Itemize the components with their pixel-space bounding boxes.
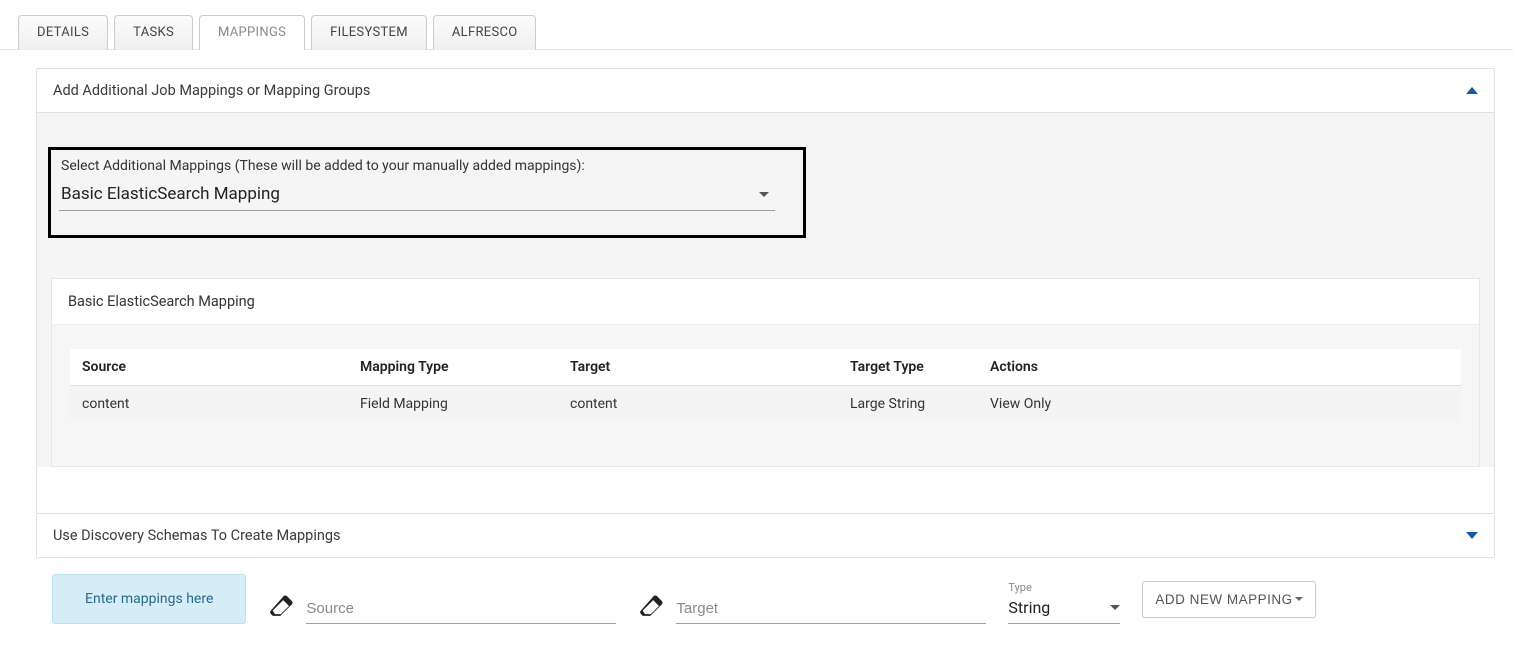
panel-discovery-schemas-header[interactable]: Use Discovery Schemas To Create Mappings (37, 514, 1494, 557)
mapping-table: Source Mapping Type Target Target Type A… (70, 349, 1461, 422)
col-source: Source (70, 349, 350, 386)
panel-discovery-schemas-title: Use Discovery Schemas To Create Mappings (53, 527, 340, 544)
type-label: Type (1008, 581, 1120, 594)
cell-actions: View Only (980, 386, 1461, 423)
add-new-mapping-label: ADD NEW MAPPING (1155, 592, 1292, 607)
add-mapping-row: Enter mappings here Type String ADD NEW … (0, 558, 1513, 636)
tab-tasks[interactable]: TASKS (114, 15, 193, 50)
panel-add-mappings: Add Additional Job Mappings or Mapping G… (36, 68, 1495, 514)
additional-mappings-label: Select Additional Mappings (These will b… (59, 158, 787, 174)
table-row: content Field Mapping content Large Stri… (70, 386, 1461, 423)
tab-mappings[interactable]: MAPPINGS (199, 15, 305, 50)
cell-target: content (560, 386, 840, 423)
panel-discovery-schemas: Use Discovery Schemas To Create Mappings (36, 514, 1495, 558)
cell-source: content (70, 386, 350, 423)
cell-mapping-type: Field Mapping (350, 386, 560, 423)
chevron-down-icon (1466, 532, 1478, 539)
col-mapping-type: Mapping Type (350, 349, 560, 386)
target-input[interactable] (676, 596, 986, 624)
panel-add-mappings-header[interactable]: Add Additional Job Mappings or Mapping G… (37, 69, 1494, 112)
col-actions: Actions (980, 349, 1461, 386)
additional-mappings-select-box: Select Additional Mappings (These will b… (48, 147, 806, 238)
tab-filesystem[interactable]: FILESYSTEM (311, 15, 427, 50)
tabs-row: DETAILS TASKS MAPPINGS FILESYSTEM ALFRES… (0, 0, 1513, 50)
col-target: Target (560, 349, 840, 386)
tab-alfresco[interactable]: ALFRESCO (433, 15, 537, 50)
type-field: Type String (1008, 581, 1120, 624)
eraser-icon[interactable] (638, 592, 666, 624)
tab-details[interactable]: DETAILS (18, 15, 108, 50)
chevron-up-icon (1466, 87, 1478, 94)
type-select[interactable]: String (1008, 596, 1120, 624)
source-input[interactable] (306, 596, 616, 624)
hint-box: Enter mappings here (52, 574, 246, 624)
mapping-card-title: Basic ElasticSearch Mapping (52, 279, 1479, 324)
chevron-down-icon (1295, 597, 1303, 601)
add-new-mapping-button[interactable]: ADD NEW MAPPING (1142, 581, 1315, 618)
cell-target-type: Large String (840, 386, 980, 423)
chevron-down-icon (1110, 605, 1120, 610)
additional-mappings-select[interactable]: Basic ElasticSearch Mapping (59, 180, 775, 211)
mapping-card: Basic ElasticSearch Mapping Source Mappi… (51, 278, 1480, 467)
col-target-type: Target Type (840, 349, 980, 386)
additional-mappings-value: Basic ElasticSearch Mapping (61, 184, 280, 204)
chevron-down-icon (759, 192, 769, 197)
eraser-icon[interactable] (268, 592, 296, 624)
panel-add-mappings-title: Add Additional Job Mappings or Mapping G… (53, 82, 370, 99)
type-value: String (1008, 598, 1050, 617)
